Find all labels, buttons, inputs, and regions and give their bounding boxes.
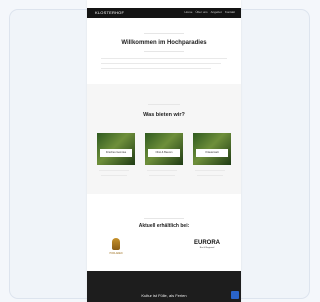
feature-label: Frisches Gemüse [100, 149, 132, 157]
hero-text-line [101, 68, 211, 69]
website-preview: KLOSTERHOF Home Über uns Angebot Kontakt… [87, 0, 241, 302]
partner-logo-right[interactable]: EURORA Bio & Regional [185, 240, 229, 249]
partner-logo-text: HOFLADEN [109, 252, 123, 255]
feature-text-line [197, 175, 223, 176]
hero-divider-bottom [144, 51, 184, 52]
nav-item-about[interactable]: Über uns [195, 10, 207, 14]
feature-label: Obst & Beeren [148, 149, 180, 157]
feature-text-line [99, 170, 129, 171]
top-navigation-bar: KLOSTERHOF Home Über uns Angebot Kontakt [87, 8, 241, 18]
partner-logo-subtitle: Bio & Regional [199, 247, 215, 249]
feature-card[interactable]: Frisches Gemüse [97, 133, 135, 165]
main-nav: Home Über uns Angebot Kontakt [184, 10, 235, 14]
footer-text: Kultur ist Fülle, als Ferien [141, 293, 187, 298]
feature-text-line [101, 175, 127, 176]
nav-item-offer[interactable]: Angebot [211, 10, 222, 14]
feature-card[interactable]: Kräuterwelt [193, 133, 231, 165]
nav-item-home[interactable]: Home [184, 10, 192, 14]
partners-title: Aktuell erhältlich bei: [138, 223, 190, 229]
partner-logo-mark [112, 238, 120, 250]
hero-text-line [101, 63, 221, 64]
chat-badge-icon[interactable] [231, 291, 239, 299]
feature-card[interactable]: Obst & Beeren [145, 133, 183, 165]
partner-logo-title: EURORA [193, 240, 220, 246]
feature-text-line [147, 170, 177, 171]
feature-text-line [149, 175, 175, 176]
site-logo[interactable]: KLOSTERHOF [95, 10, 124, 15]
hero-title: Willkommen im Hochparadies [121, 40, 207, 46]
nav-item-contact[interactable]: Kontakt [225, 10, 235, 14]
hero-divider [144, 33, 184, 34]
footer: Kultur ist Fülle, als Ferien [87, 271, 241, 302]
hero-text-line [101, 58, 227, 59]
feature-label: Kräuterwelt [196, 149, 228, 157]
partners-divider [144, 218, 184, 219]
features-title: Was bieten wir? [143, 112, 185, 118]
features-divider [148, 104, 180, 105]
partner-logo-left[interactable]: HOFLADEN [101, 238, 131, 266]
feature-text-line [195, 170, 225, 171]
